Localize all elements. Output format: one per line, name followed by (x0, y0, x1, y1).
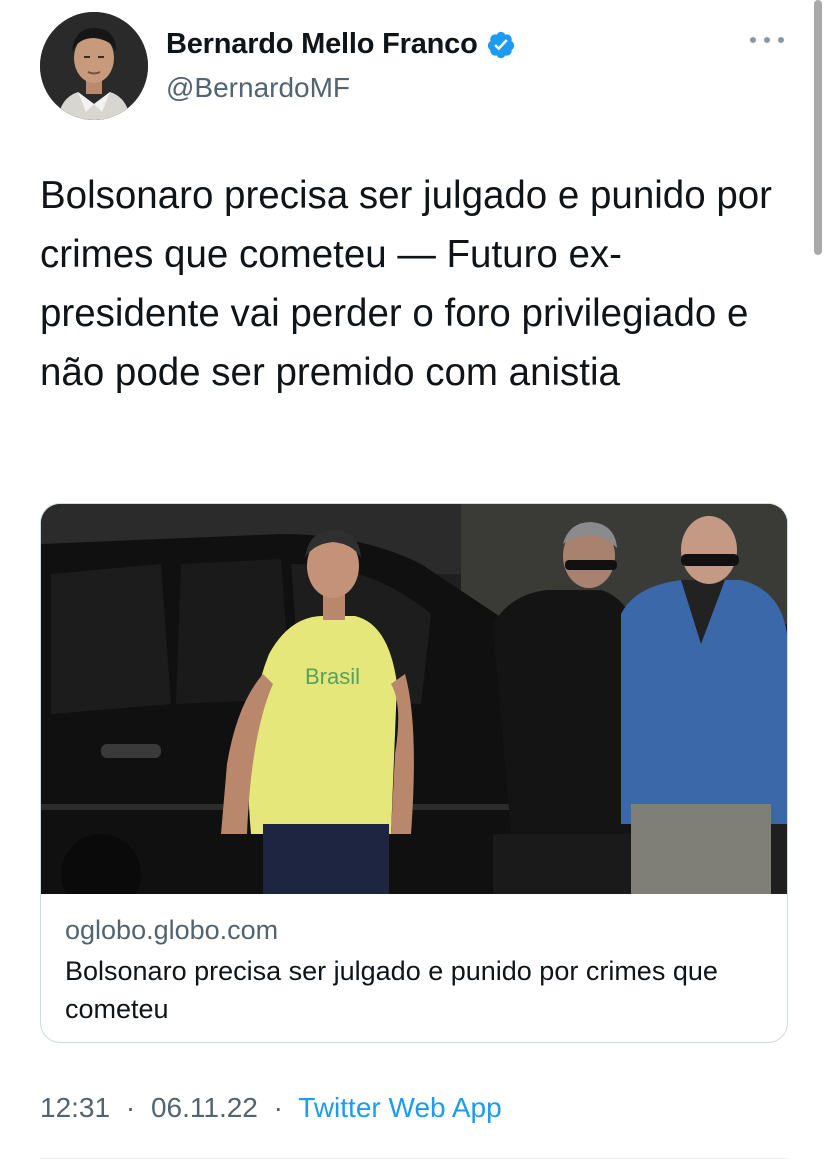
more-dot-icon (764, 37, 770, 43)
author-handle[interactable]: @BernardoMF (166, 72, 350, 104)
avatar[interactable] (40, 12, 148, 120)
tweet-time[interactable]: 12:31 (40, 1092, 110, 1123)
link-card[interactable]: Brasil oglobo.globo.com Bolsonaro precis… (40, 503, 788, 1043)
more-dot-icon (778, 37, 784, 43)
news-photo-icon: Brasil (41, 504, 787, 894)
author-display-name[interactable]: Bernardo Mello Franco (166, 28, 478, 61)
tweet-text: Bolsonaro precisa ser julgado e punido p… (40, 174, 772, 394)
divider (40, 1158, 788, 1159)
card-info: oglobo.globo.com Bolsonaro precisa ser j… (41, 894, 787, 1028)
tweet-meta: 12:31 · 06.11.22 · Twitter Web App (40, 1092, 502, 1124)
tweet-source-link[interactable]: Twitter Web App (298, 1092, 501, 1123)
shirt-print: Brasil (305, 664, 360, 689)
scrollbar[interactable] (814, 0, 822, 255)
verified-badge-icon (487, 31, 514, 58)
more-dot-icon (750, 37, 756, 43)
card-title[interactable]: Bolsonaro precisa ser julgado e punido p… (65, 952, 763, 1028)
tweet-date[interactable]: 06.11.22 (151, 1092, 258, 1123)
author-name-row[interactable]: Bernardo Mello Franco (166, 28, 516, 61)
meta-separator: · (125, 1092, 136, 1123)
meta-separator: · (273, 1092, 283, 1123)
avatar-photo-icon (40, 12, 148, 120)
card-domain: oglobo.globo.com (65, 915, 279, 945)
more-options-button[interactable] (750, 30, 784, 50)
